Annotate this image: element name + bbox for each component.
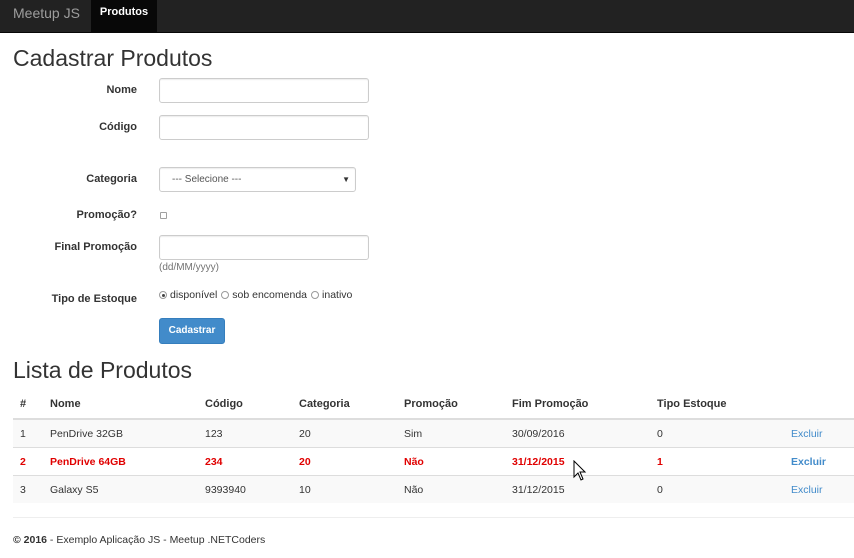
codigo-input[interactable]: [159, 115, 369, 140]
cadastrar-button[interactable]: Cadastrar: [159, 318, 225, 344]
table-row: 1 PenDrive 32GB 123 20 Sim 30/09/2016 0 …: [13, 418, 854, 448]
promocao-label: Promoção?: [76, 209, 137, 221]
cell-fim-promocao: 30/09/2016: [505, 418, 650, 448]
list-title: Lista de Produtos: [13, 357, 193, 383]
table-header-row: # Nome Código Categoria Promoção Fim Pro…: [13, 390, 854, 420]
radio-disponivel[interactable]: [159, 291, 167, 299]
cell-codigo: 234: [198, 447, 292, 476]
cell-tipo-estoque: 1: [650, 447, 784, 476]
cell-promocao: Não: [397, 475, 505, 503]
categoria-select[interactable]: --- Selecione --- ▼: [159, 167, 356, 192]
col-header-tipo-estoque: Tipo Estoque: [650, 390, 784, 420]
nav-item-produtos[interactable]: Produtos: [91, 0, 157, 32]
final-promocao-input[interactable]: [159, 235, 369, 260]
navbar: Meetup JS Produtos: [0, 0, 854, 33]
categoria-label: Categoria: [86, 173, 137, 185]
excluir-link[interactable]: Excluir: [791, 484, 823, 496]
col-header-id: #: [13, 390, 43, 420]
cell-categoria: 20: [292, 447, 397, 476]
cell-nome: PenDrive 64GB: [43, 447, 198, 476]
cell-promocao: Não: [397, 447, 505, 476]
tipo-estoque-label: Tipo de Estoque: [51, 293, 137, 305]
table-row: 2 PenDrive 64GB 234 20 Não 31/12/2015 1 …: [13, 447, 854, 476]
cell-categoria: 20: [292, 418, 397, 448]
cell-categoria: 10: [292, 475, 397, 503]
excluir-link[interactable]: Excluir: [791, 456, 826, 468]
cell-id: 1: [13, 418, 43, 448]
products-table: # Nome Código Categoria Promoção Fim Pro…: [13, 390, 854, 503]
promocao-checkbox[interactable]: [160, 212, 167, 219]
cell-promocao: Sim: [397, 418, 505, 448]
cell-codigo: 9393940: [198, 475, 292, 503]
brand-link[interactable]: Meetup JS: [13, 0, 80, 32]
col-header-fim-promocao: Fim Promoção: [505, 390, 650, 420]
footer: © 2016 - Exemplo Aplicação JS - Meetup .…: [13, 534, 265, 546]
excluir-link[interactable]: Excluir: [791, 428, 823, 440]
cell-tipo-estoque: 0: [650, 418, 784, 448]
radio-sob-encomenda[interactable]: [221, 291, 230, 299]
form-title: Cadastrar Produtos: [13, 45, 213, 71]
cell-id: 2: [13, 447, 43, 476]
codigo-label: Código: [99, 121, 137, 133]
cell-id: 3: [13, 475, 43, 503]
mouse-cursor-icon: [573, 460, 587, 481]
col-header-categoria: Categoria: [292, 390, 397, 420]
col-header-actions: [784, 390, 854, 420]
col-header-codigo: Código: [198, 390, 292, 420]
footer-text: - Exemplo Aplicação JS - Meetup .NETCode…: [47, 534, 266, 546]
cell-tipo-estoque: 0: [650, 475, 784, 503]
nome-input[interactable]: [159, 78, 369, 103]
col-header-promocao: Promoção: [397, 390, 505, 420]
cell-codigo: 123: [198, 418, 292, 448]
radio-inativo-label[interactable]: inativo: [322, 289, 352, 301]
col-header-nome: Nome: [43, 390, 198, 420]
cell-nome: Galaxy S5: [43, 475, 198, 503]
nome-label: Nome: [106, 84, 137, 96]
final-promocao-label: Final Promoção: [54, 241, 137, 253]
radio-sob-encomenda-label[interactable]: sob encomenda: [232, 289, 307, 301]
chevron-down-icon: ▼: [342, 175, 350, 184]
footer-copyright: © 2016: [13, 534, 48, 546]
radio-inativo[interactable]: [311, 291, 320, 299]
footer-divider: [13, 517, 854, 518]
radio-disponivel-label[interactable]: disponível: [170, 289, 217, 301]
categoria-selected-value: --- Selecione ---: [172, 174, 242, 185]
tipo-estoque-radio-group: disponível sob encomenda inativo: [159, 289, 356, 301]
final-promocao-help: (dd/MM/yyyy): [159, 262, 219, 273]
table-row: 3 Galaxy S5 9393940 10 Não 31/12/2015 0 …: [13, 475, 854, 503]
cell-nome: PenDrive 32GB: [43, 418, 198, 448]
